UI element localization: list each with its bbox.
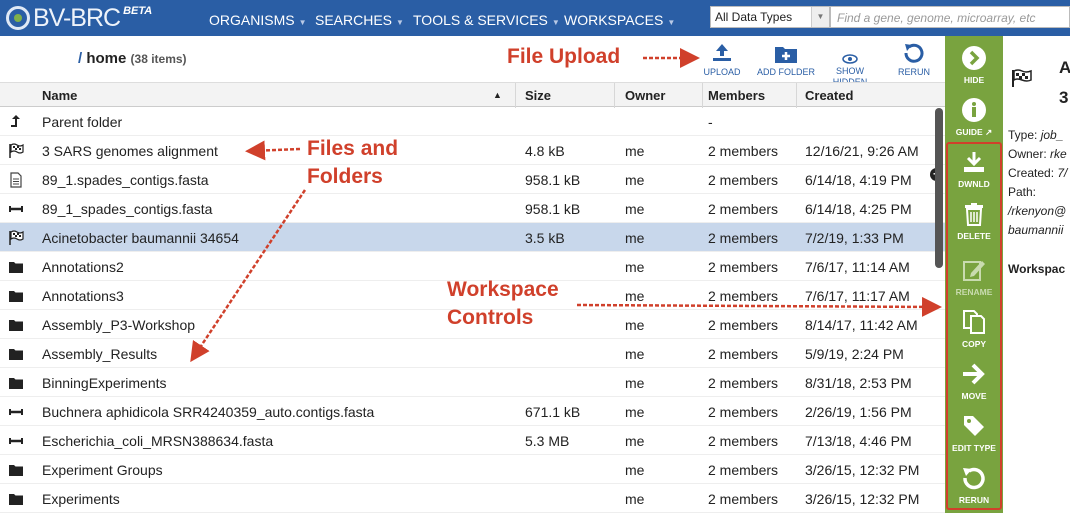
folders-arrow [190, 189, 307, 363]
annotation-arrows [190, 48, 942, 363]
workspace-controls-arrow [576, 296, 942, 317]
annotation-file-upload: File Upload [507, 45, 621, 68]
annotation-controls: Controls [447, 306, 534, 329]
files-arrow [245, 140, 301, 161]
annotation-folders: Folders [307, 165, 383, 188]
annotation-files-and: Files and [307, 137, 399, 160]
annotation-workspace: Workspace [447, 278, 559, 301]
